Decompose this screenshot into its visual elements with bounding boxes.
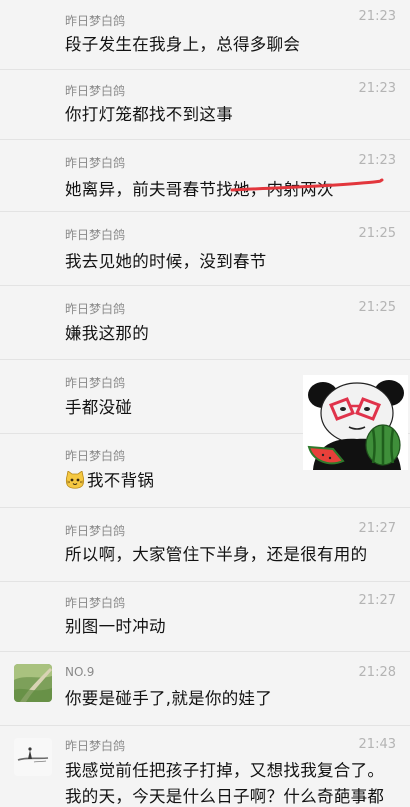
message-time: 21:23 — [358, 153, 396, 168]
chat-message[interactable]: 昨日梦白鸽 21:23 她离异，前夫哥春节找她，内射两次 — [0, 140, 410, 212]
message-text: 我去见她的时候，没到春节 — [65, 252, 267, 271]
sender-name: 昨日梦白鸽 — [65, 596, 126, 610]
message-text: 你打灯笼都找不到这事 — [65, 105, 233, 124]
message-time: 21:27 — [358, 521, 396, 536]
message-text-content: 我不背锅 — [87, 471, 155, 490]
sender-name: 昨日梦白鸽 — [65, 376, 126, 390]
message-text: 段子发生在我身上，总得多聊会 — [65, 35, 301, 54]
chat-message[interactable]: 昨日梦白鸽 21:25 我去见她的时候，没到春节 — [0, 212, 410, 286]
message-time: 21:23 — [358, 81, 396, 96]
message-text: 你要是碰手了,就是你的娃了 — [65, 689, 273, 708]
sender-name: 昨日梦白鸽 — [65, 156, 126, 170]
sender-name: NO.9 — [65, 665, 95, 679]
avatar[interactable] — [14, 664, 52, 702]
message-text: 我感觉前任把孩子打掉，又想找我复合了。 — [65, 761, 385, 780]
sender-name: 昨日梦白鸽 — [65, 14, 126, 28]
message-time: 21:43 — [358, 737, 396, 752]
message-time: 21:27 — [358, 593, 396, 608]
message-time: 21:23 — [358, 9, 396, 24]
message-time: 21:25 — [358, 300, 396, 315]
sender-name: 昨日梦白鸽 — [65, 449, 126, 463]
sender-name: 昨日梦白鸽 — [65, 84, 126, 98]
sender-name: 昨日梦白鸽 — [65, 228, 126, 242]
message-text-line2: 我的天，今天是什么日子啊？什么奇葩事都 — [65, 787, 385, 806]
panda-glasses-watermelon-icon — [303, 375, 408, 470]
message-time: 21:28 — [358, 665, 396, 680]
panda-sticker[interactable] — [303, 375, 408, 470]
chat-message[interactable]: 昨日梦白鸽 21:27 别图一时冲动 — [0, 582, 410, 652]
message-text: 所以啊，大家管住下半身，还是很有用的 — [65, 545, 368, 564]
message-text: 我不背锅 — [65, 467, 154, 491]
ink-figure-avatar-icon — [14, 738, 52, 776]
message-text: 手都没碰 — [65, 398, 133, 417]
message-time: 21:25 — [358, 226, 396, 241]
chat-message[interactable]: 昨日梦白鸽 21:43 我感觉前任把孩子打掉，又想找我复合了。 我的天，今天是什… — [0, 726, 410, 806]
chat-message[interactable]: 昨日梦白鸽 21:27 所以啊，大家管住下半身，还是很有用的 — [0, 508, 410, 582]
chat-message[interactable]: 昨日梦白鸽 21:25 嫌我这那的 — [0, 286, 410, 360]
sender-name: 昨日梦白鸽 — [65, 739, 126, 753]
chat-message[interactable]: 昨日梦白鸽 21:23 段子发生在我身上，总得多聊会 — [0, 0, 410, 70]
message-text: 嫌我这那的 — [65, 324, 149, 343]
avatar[interactable] — [14, 738, 52, 776]
message-text: 别图一时冲动 — [65, 617, 166, 636]
sender-name: 昨日梦白鸽 — [65, 524, 126, 538]
chat-message[interactable]: 昨日梦白鸽 21:23 你打灯笼都找不到这事 — [0, 70, 410, 140]
cat-face-emoji-icon — [65, 471, 85, 489]
landscape-avatar-icon — [14, 664, 52, 702]
sender-name: 昨日梦白鸽 — [65, 302, 126, 316]
chat-message[interactable]: NO.9 21:28 你要是碰手了,就是你的娃了 — [0, 652, 410, 726]
strikethrough-mark — [230, 178, 384, 192]
